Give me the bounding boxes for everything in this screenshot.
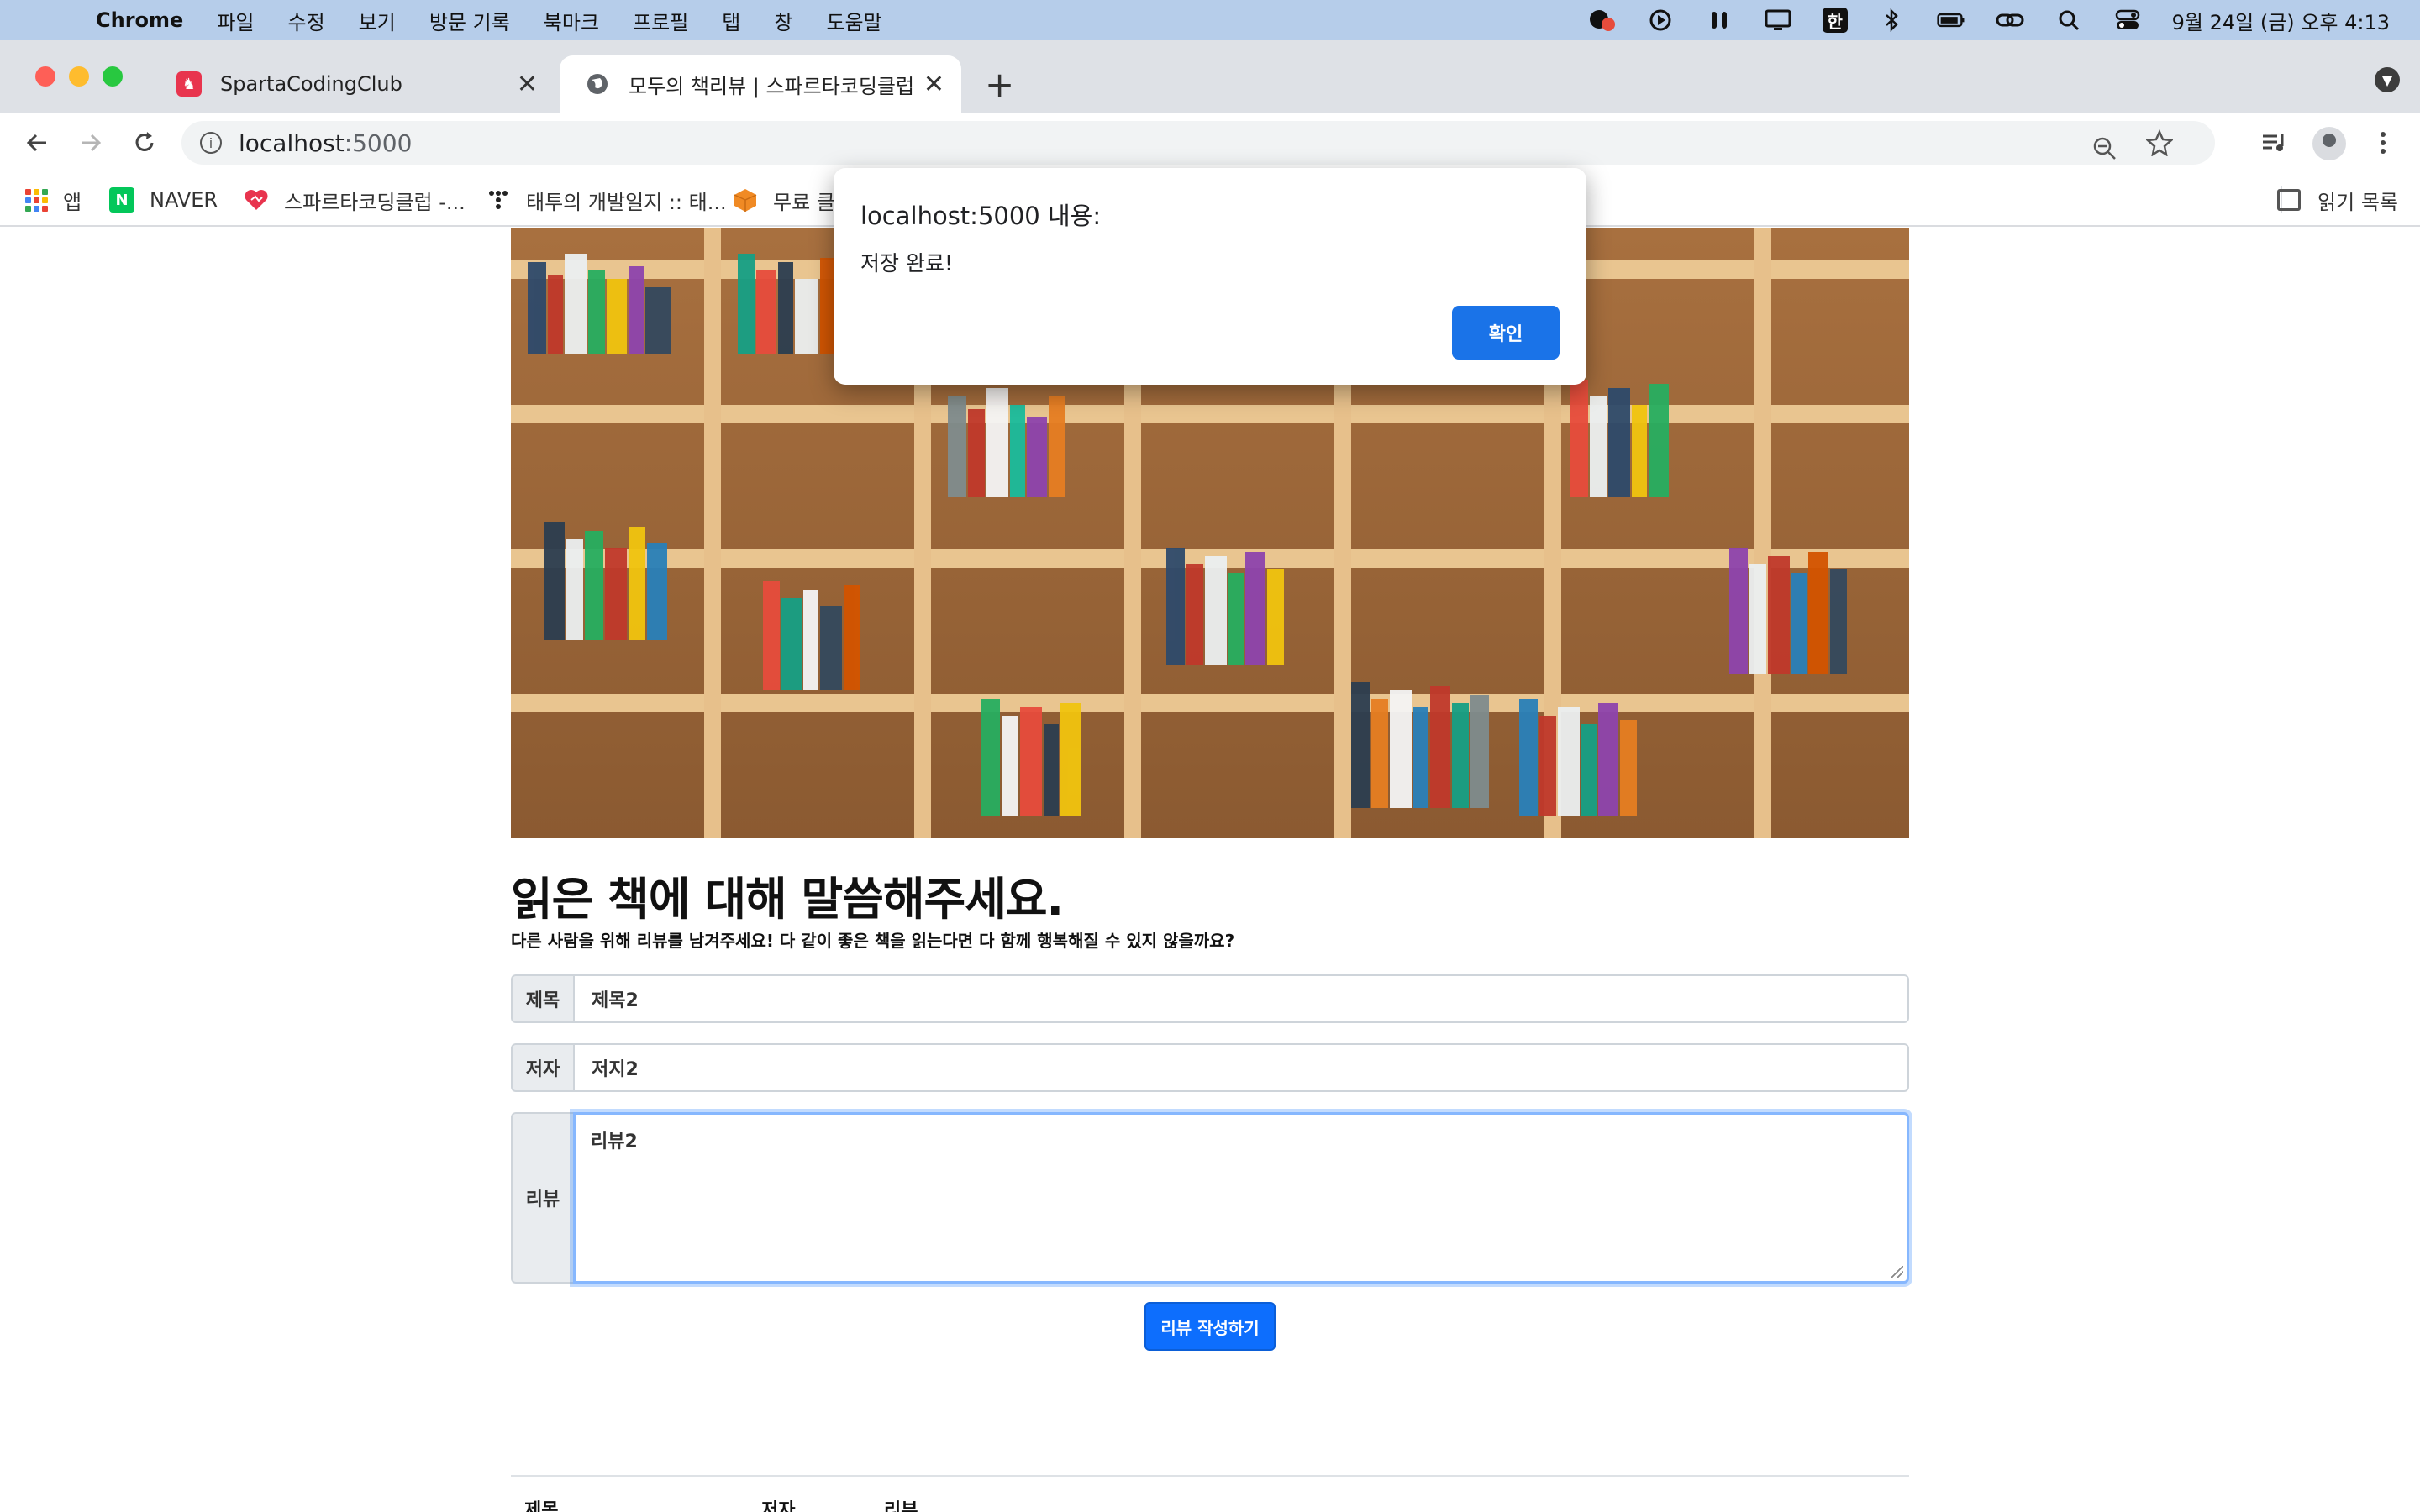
browser-toolbar: i localhost:5000	[0, 113, 2420, 173]
alert-dialog: localhost:5000 내용: 저장 완료! 확인	[834, 168, 1586, 385]
url-host: localhost	[239, 129, 345, 157]
forward-arrow-icon[interactable]	[74, 126, 108, 160]
control-center-icon[interactable]	[2113, 8, 2142, 32]
orange-box-icon	[733, 187, 758, 213]
author-input-group: 저자 저지2	[511, 1043, 1909, 1092]
review-input-group: 리뷰 리뷰2	[511, 1112, 1909, 1284]
sparta-favicon-icon: ♞	[176, 71, 202, 97]
table-header-review: 리뷰	[884, 1500, 918, 1512]
bookmark-naver[interactable]: N NAVER	[109, 185, 218, 215]
address-bar[interactable]: i localhost:5000	[182, 121, 2215, 165]
page-viewport: 읽은 책에 대해 말씀해주세요. 다른 사람을 위해 리뷰를 남겨주세요! 다 …	[0, 228, 2420, 1512]
menu-tab[interactable]: 탭	[722, 6, 740, 35]
title-input-group: 제목 제목2	[511, 974, 1909, 1023]
bookmark-label: 스파르타코딩클럽 -...	[284, 190, 466, 214]
site-info-icon[interactable]: i	[200, 132, 222, 154]
airpods-icon[interactable]	[1705, 8, 1733, 32]
window-close-button[interactable]	[35, 66, 55, 87]
dialog-title: localhost:5000 내용:	[860, 202, 1102, 230]
bookmark-apps[interactable]: 앱	[25, 185, 82, 215]
notification-icon[interactable]	[1587, 8, 1616, 32]
bookmark-taetu-devlog[interactable]: 태투의 개발일지 :: 태...	[486, 185, 727, 215]
play-icon[interactable]	[1646, 8, 1675, 32]
menu-view[interactable]: 보기	[359, 6, 396, 35]
bookmark-label: NAVER	[150, 188, 218, 212]
title-input[interactable]: 제목2	[573, 974, 1909, 1023]
review-text: 리뷰2	[591, 1131, 638, 1152]
back-arrow-icon[interactable]	[20, 126, 54, 160]
tab-book-review[interactable]: 모두의 책리뷰 | 스파르타코딩클럽 ✕	[560, 55, 961, 113]
zoom-out-icon[interactable]	[2092, 136, 2118, 168]
tab-close-icon[interactable]: ✕	[517, 70, 538, 99]
spotlight-search-icon[interactable]	[2054, 8, 2083, 32]
menu-bookmarks[interactable]: 북마크	[544, 6, 599, 35]
tistory-dots-icon	[486, 187, 511, 213]
naver-logo-icon: N	[109, 187, 134, 213]
reading-list-button[interactable]: 읽기 목록	[2277, 185, 2398, 215]
macos-menubar: Chrome 파일 수정 보기 방문 기록 북마크 프로필 탭 창 도움말 한	[0, 0, 2420, 40]
reading-list-icon	[2277, 189, 2302, 211]
menu-help[interactable]: 도움말	[826, 6, 881, 35]
media-queue-icon[interactable]	[2257, 126, 2291, 160]
reload-icon[interactable]	[128, 126, 161, 160]
tab-search-chevron-icon[interactable]: ▼	[2375, 67, 2400, 92]
window-zoom-button[interactable]	[103, 66, 123, 87]
clock[interactable]: 9월 24일 (금) 오후 4:13	[2172, 6, 2390, 35]
page-subheadline: 다른 사람을 위해 리뷰를 남겨주세요! 다 같이 좋은 책을 읽는다면 다 함…	[511, 931, 1235, 951]
tab-spartacodingclub[interactable]: ♞ SpartaCodingClub ✕	[151, 55, 555, 113]
bookmark-label: 앱	[63, 190, 82, 214]
review-label: 리뷰	[511, 1112, 573, 1284]
bookmark-spartacodingclub[interactable]: 스파르타코딩클럽 -...	[244, 185, 466, 215]
submit-review-button[interactable]: 리뷰 작성하기	[1144, 1302, 1276, 1351]
reading-list-label: 읽기 목록	[2317, 190, 2398, 214]
sparta-heart-icon	[244, 187, 269, 213]
window-minimize-button[interactable]	[69, 66, 89, 87]
author-label: 저자	[511, 1043, 573, 1092]
bookmark-star-icon[interactable]	[2145, 129, 2174, 163]
bookmark-label: 태투의 개발일지 :: 태...	[526, 190, 727, 214]
bluetooth-icon[interactable]	[1878, 8, 1907, 32]
page-headline: 읽은 책에 대해 말씀해주세요.	[511, 873, 1064, 926]
table-header-title: 제목	[524, 1500, 559, 1512]
menu-file[interactable]: 파일	[217, 6, 254, 35]
apps-grid-icon	[25, 188, 48, 212]
title-label: 제목	[511, 974, 573, 1023]
display-icon[interactable]	[1764, 8, 1792, 32]
profile-avatar-icon[interactable]	[2312, 127, 2346, 160]
dialog-ok-button[interactable]: 확인	[1452, 306, 1560, 360]
new-tab-plus-icon[interactable]: +	[985, 64, 1014, 105]
menu-profile[interactable]: 프로필	[633, 6, 688, 35]
table-header-author: 저자	[761, 1500, 796, 1512]
review-textarea[interactable]: 리뷰2	[573, 1112, 1909, 1284]
resize-grip-icon[interactable]	[1891, 1266, 1903, 1278]
bookmark-free[interactable]: 무료 클	[733, 185, 835, 215]
table-divider	[511, 1475, 1909, 1477]
author-input[interactable]: 저지2	[573, 1043, 1909, 1092]
url-port: :5000	[344, 129, 413, 157]
tab-strip: ♞ SpartaCodingClub ✕ 모두의 책리뷰 | 스파르타코딩클럽 …	[0, 40, 2420, 113]
tab-close-icon[interactable]: ✕	[923, 70, 944, 99]
link-icon[interactable]	[1996, 8, 2024, 32]
globe-icon	[585, 71, 610, 97]
tab-title: SpartaCodingClub	[220, 72, 402, 96]
input-source-icon[interactable]: 한	[1822, 8, 1848, 33]
menu-app-name[interactable]: Chrome	[96, 8, 183, 32]
chrome-menu-kebab-icon[interactable]	[2366, 126, 2400, 160]
menu-history[interactable]: 방문 기록	[429, 6, 510, 35]
battery-icon[interactable]	[1937, 8, 1965, 32]
tab-title: 모두의 책리뷰 | 스파르타코딩클럽	[629, 74, 915, 98]
dialog-message: 저장 완료!	[860, 251, 953, 276]
bookmark-label: 무료 클	[773, 190, 835, 214]
menu-edit[interactable]: 수정	[287, 6, 324, 35]
menu-window[interactable]: 창	[774, 6, 792, 35]
